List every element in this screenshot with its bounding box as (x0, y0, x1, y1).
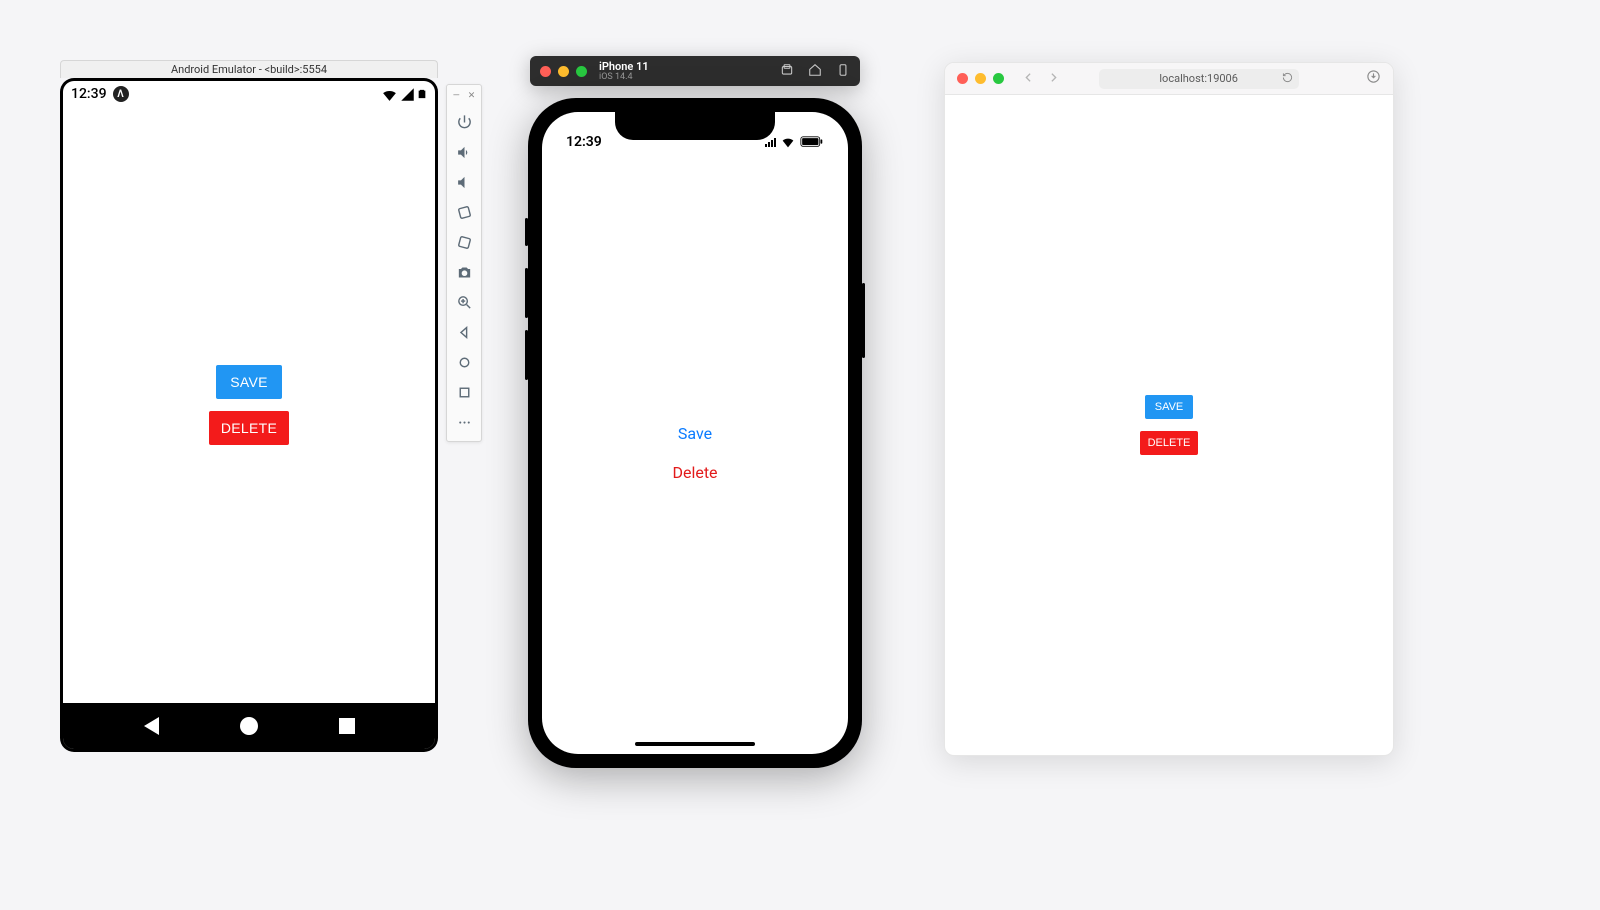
notch (615, 112, 775, 140)
window-minimize-icon[interactable] (558, 66, 569, 77)
rotate-left-icon[interactable] (447, 197, 481, 227)
minimize-icon[interactable]: — (453, 91, 460, 101)
window-zoom-icon[interactable] (993, 73, 1004, 84)
ios-clock: 12:39 (566, 134, 602, 150)
url-text: localhost:19006 (1159, 72, 1238, 85)
android-nav-bar (63, 703, 435, 749)
power-icon[interactable] (447, 107, 481, 137)
overview-icon[interactable] (447, 377, 481, 407)
close-icon[interactable]: ✕ (468, 91, 476, 101)
ios-simulator-titlebar: iPhone 11 iOS 14.4 (530, 56, 860, 86)
volume-up-button (525, 268, 528, 318)
back-icon[interactable] (447, 317, 481, 347)
android-clock: 12:39 (71, 86, 107, 102)
nav-overview-icon[interactable] (339, 718, 355, 734)
android-emulator: Android Emulator - <build>:5554 12:39 Λ … (60, 60, 438, 752)
web-app-content: SAVE DELETE (945, 95, 1393, 755)
wifi-icon (381, 86, 398, 103)
safari-window: localhost:19006 SAVE DELETE (944, 62, 1394, 756)
delete-button[interactable]: DELETE (209, 411, 289, 445)
save-button[interactable]: Save (678, 424, 712, 443)
android-emulator-toolbar: — ✕ (446, 84, 482, 442)
window-close-icon[interactable] (540, 66, 551, 77)
window-minimize-icon[interactable] (975, 73, 986, 84)
volume-down-icon[interactable] (447, 167, 481, 197)
home-icon[interactable] (808, 62, 822, 81)
mute-switch (525, 218, 528, 246)
home-indicator[interactable] (635, 742, 755, 746)
battery-icon (800, 136, 824, 148)
rotate-right-icon[interactable] (447, 227, 481, 257)
iphone-screen: 12:39 Save Delete (542, 112, 848, 754)
safari-toolbar: localhost:19006 (945, 63, 1393, 95)
os-version: iOS 14.4 (599, 73, 649, 82)
home-icon[interactable] (447, 347, 481, 377)
expo-logo-icon: Λ (113, 86, 129, 102)
android-device-frame: 12:39 Λ SAVE DELETE (60, 78, 438, 752)
volume-up-icon[interactable] (447, 137, 481, 167)
traffic-lights (957, 73, 1004, 84)
volume-down-button (525, 330, 528, 380)
zoom-icon[interactable] (447, 287, 481, 317)
side-button (862, 283, 865, 358)
delete-button[interactable]: DELETE (1140, 431, 1199, 455)
ios-window-title: iPhone 11 iOS 14.4 (599, 61, 649, 82)
downloads-icon[interactable] (1366, 69, 1381, 88)
more-icon[interactable] (447, 407, 481, 437)
delete-button[interactable]: Delete (672, 463, 717, 482)
android-window-title: Android Emulator - <build>:5554 (60, 60, 438, 78)
url-bar[interactable]: localhost:19006 (1099, 69, 1299, 89)
cellular-icon (400, 87, 415, 102)
screenshot-icon[interactable] (780, 62, 794, 81)
device-name: iPhone 11 (599, 61, 649, 72)
nav-forward-icon[interactable] (1047, 69, 1060, 88)
window-close-icon[interactable] (957, 73, 968, 84)
wifi-icon (780, 134, 796, 150)
battery-icon (417, 86, 427, 102)
nav-home-icon[interactable] (240, 717, 258, 735)
nav-back-icon[interactable] (1022, 69, 1035, 88)
ios-app-content: Save Delete (542, 152, 848, 754)
android-status-bar: 12:39 Λ (63, 81, 435, 107)
android-screen: 12:39 Λ SAVE DELETE (63, 81, 435, 749)
reload-icon[interactable] (1282, 72, 1293, 86)
iphone-device-frame: 12:39 Save Delete (528, 98, 862, 768)
android-app-content: SAVE DELETE (63, 107, 435, 703)
window-zoom-icon[interactable] (576, 66, 587, 77)
external-icon[interactable] (836, 62, 850, 81)
save-button[interactable]: SAVE (1145, 395, 1194, 419)
save-button[interactable]: SAVE (216, 365, 282, 399)
cellular-icon (765, 138, 776, 147)
traffic-lights (540, 66, 587, 77)
nav-back-icon[interactable] (144, 717, 159, 735)
camera-icon[interactable] (447, 257, 481, 287)
